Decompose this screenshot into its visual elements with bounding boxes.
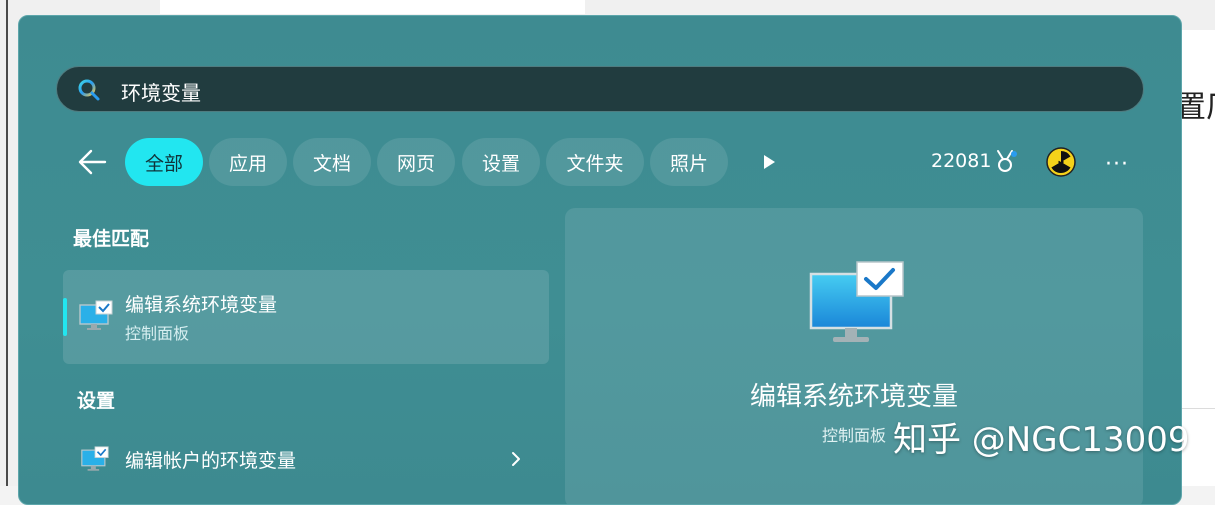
chevron-right-icon[interactable] — [509, 450, 523, 468]
tab-photos[interactable]: 照片 — [650, 138, 728, 186]
search-input[interactable]: 环境变量 — [56, 66, 1144, 112]
tab-documents[interactable]: 文档 — [293, 138, 371, 186]
monitor-check-icon — [81, 446, 109, 471]
watermark: 知乎 @NGC13009 — [893, 420, 1190, 460]
settings-heading: 设置 — [77, 390, 116, 412]
best-match-subtitle: 控制面板 — [125, 324, 190, 343]
monitor-check-icon — [809, 261, 904, 342]
tab-apps[interactable]: 应用 — [209, 138, 287, 186]
search-icon — [78, 79, 100, 101]
tab-folders[interactable]: 文件夹 — [546, 138, 644, 186]
settings-item-edit-user-env[interactable]: 编辑帐户的环境变量 — [63, 436, 549, 484]
best-match-heading: 最佳匹配 — [73, 228, 150, 250]
best-match-title: 编辑系统环境变量 — [125, 294, 278, 316]
background-divider — [1182, 408, 1215, 409]
play-icon[interactable] — [759, 152, 779, 172]
back-arrow-icon[interactable] — [77, 148, 109, 176]
monitor-check-icon — [79, 300, 113, 330]
rewards-points[interactable]: 22081 — [931, 150, 991, 172]
avatar-radiation-icon[interactable] — [1046, 147, 1076, 177]
tab-settings[interactable]: 设置 — [462, 138, 540, 186]
preview-title: 编辑系统环境变量 — [749, 382, 958, 412]
medal-icon[interactable] — [992, 148, 1018, 176]
search-query[interactable]: 环境变量 — [121, 77, 201, 106]
tab-all[interactable]: 全部 — [125, 138, 203, 186]
selection-indicator — [63, 298, 67, 336]
settings-item-label: 编辑帐户的环境变量 — [125, 450, 297, 472]
best-match-result[interactable]: 编辑系统环境变量 控制面板 — [63, 270, 549, 364]
background-window-edge — [6, 0, 8, 486]
tab-web[interactable]: 网页 — [377, 138, 455, 186]
more-icon[interactable]: ··· — [1105, 152, 1129, 177]
background-window-strip — [160, 0, 585, 14]
filter-bar: 全部 应用 文档 网页 设置 文件夹 照片 22081 ··· — [19, 138, 1181, 186]
